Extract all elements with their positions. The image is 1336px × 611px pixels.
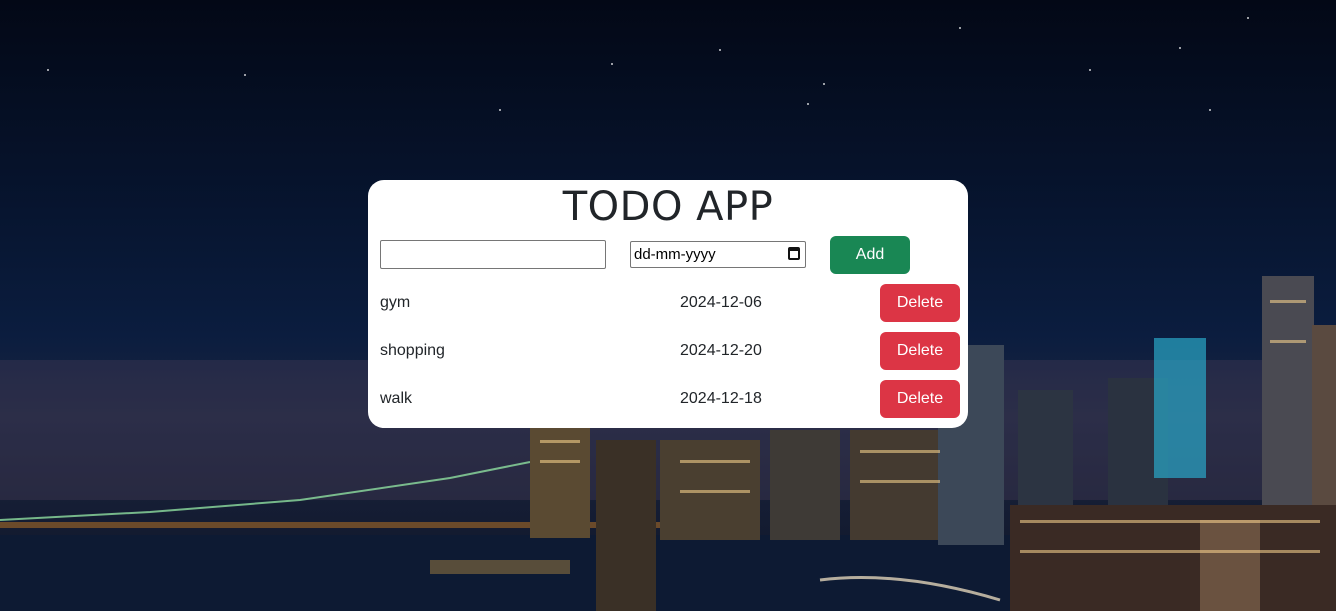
todo-name: walk: [380, 390, 413, 407]
add-button[interactable]: Add: [830, 236, 910, 274]
date-placeholder: dd-mm-yyyy: [634, 246, 716, 263]
todo-name: gym: [380, 294, 411, 311]
todo-card: TODO APP dd-mm-yyyy Add gym 2024-12-06 D…: [368, 180, 968, 428]
todo-date: 2024-12-20: [680, 342, 762, 359]
todo-date: 2024-12-06: [680, 294, 762, 311]
todo-row: gym 2024-12-06 Delete: [368, 284, 968, 324]
calendar-icon[interactable]: [788, 247, 800, 260]
page-title: TODO APP: [562, 184, 774, 230]
delete-button[interactable]: Delete: [880, 284, 960, 322]
todo-date: 2024-12-18: [680, 390, 762, 407]
delete-button[interactable]: Delete: [880, 380, 960, 418]
todo-row: shopping 2024-12-20 Delete: [368, 332, 968, 372]
date-input[interactable]: dd-mm-yyyy: [630, 241, 806, 268]
todo-row: walk 2024-12-18 Delete: [368, 380, 968, 420]
delete-button[interactable]: Delete: [880, 332, 960, 370]
task-input[interactable]: [380, 240, 606, 269]
todo-name: shopping: [380, 342, 445, 359]
